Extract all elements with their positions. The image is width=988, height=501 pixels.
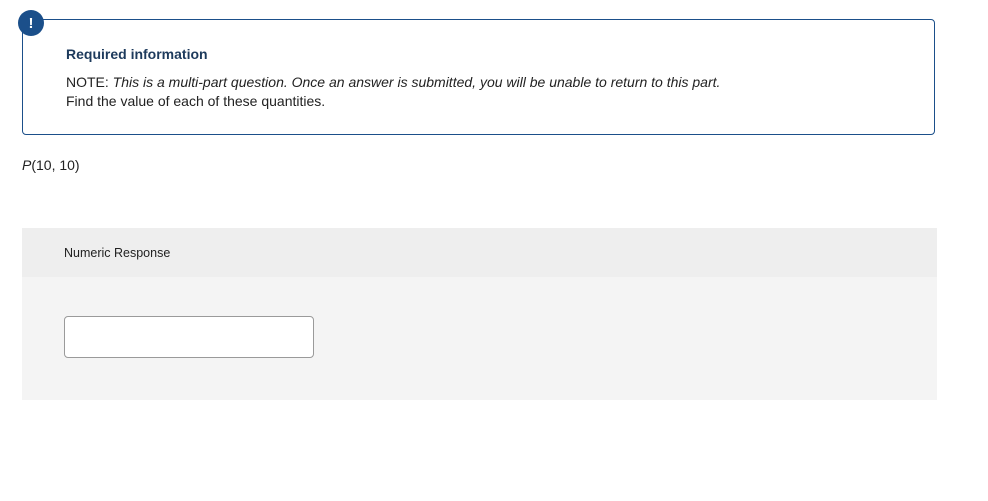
response-label: Numeric Response [64,246,171,260]
numeric-response-panel: Numeric Response [22,228,937,400]
exclamation-icon: ! [18,10,44,36]
numeric-answer-input[interactable] [64,316,314,358]
required-info-box: Required information NOTE: This is a mul… [22,19,935,135]
instruction-text: Find the value of each of these quantiti… [66,93,326,109]
question-arguments: (10, 10) [31,157,80,173]
multi-part-note: NOTE: This is a multi-part question. Onc… [66,74,720,90]
note-prefix: NOTE: [66,74,109,90]
response-header: Numeric Response [22,228,937,277]
question-page: Required information NOTE: This is a mul… [0,0,988,501]
required-info-title: Required information [66,46,208,62]
note-text: This is a multi-part question. Once an a… [112,74,721,90]
question-expression: P(10, 10) [22,157,80,173]
exclamation-symbol: ! [28,14,34,32]
question-function: P [22,157,32,173]
